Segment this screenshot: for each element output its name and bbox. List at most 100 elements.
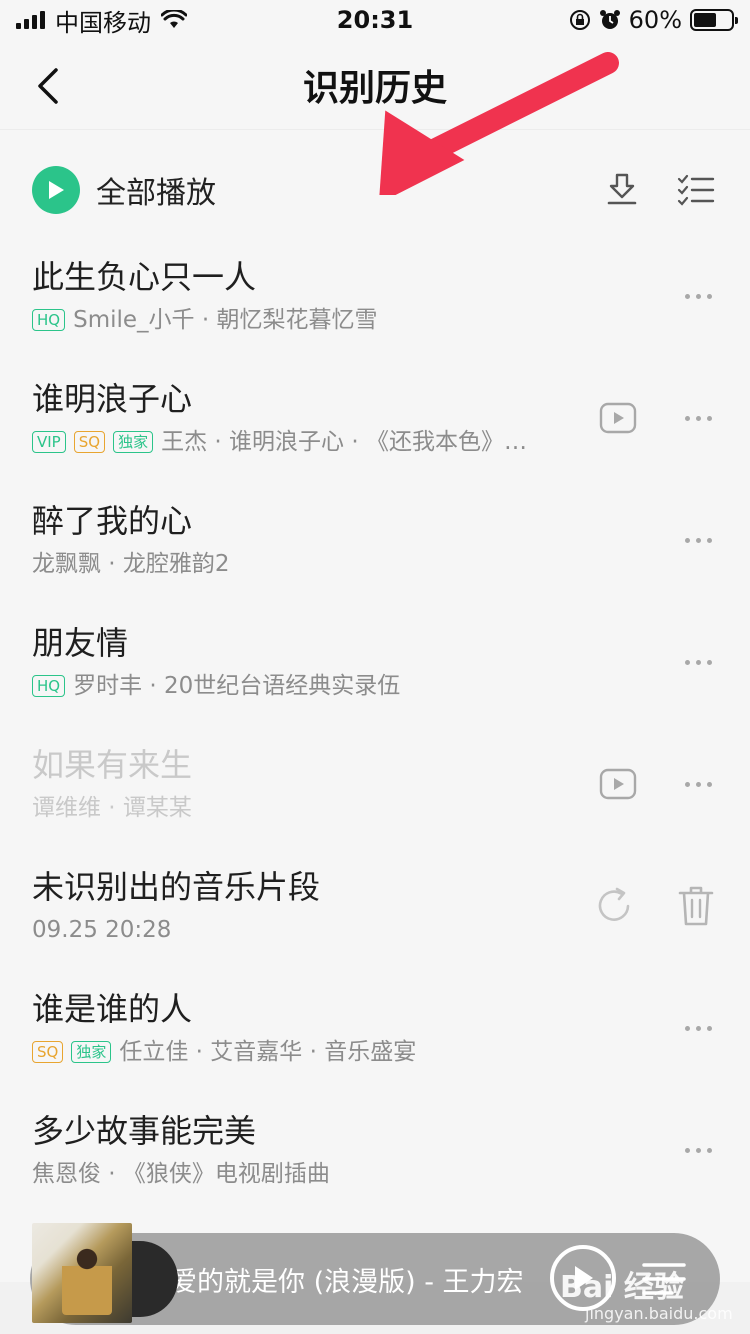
song-title: 多少故事能完美 (32, 1112, 257, 1150)
carrier-label: 中国移动 (55, 8, 151, 37)
song-row[interactable]: 如果有来生谭维维 · 谭某某 (0, 723, 750, 845)
song-info: 多少故事能完美焦恩俊 · 《狼侠》电视剧插曲 (32, 1109, 658, 1191)
row-actions (678, 518, 718, 562)
song-artist-album: 罗时丰 · 20世纪台语经典实录伍 (73, 673, 401, 699)
song-info: 未识别出的音乐片段 09.25 20:28 (32, 865, 572, 947)
row-actions (596, 762, 718, 806)
more-options-icon[interactable] (678, 1128, 718, 1172)
song-artist-album: 任立佳 · 艾音嘉华 · 音乐盛宴 (119, 1039, 417, 1065)
play-all-toolbar: 全部播放 (0, 140, 750, 240)
song-row[interactable]: 醉了我的心龙飘飘 · 龙腔雅韵2 (0, 479, 750, 601)
battery-icon (690, 9, 738, 31)
song-row[interactable]: 此生负心只一人 HQ Smile_小千 · 朝忆梨花暮忆雪 (0, 235, 750, 357)
wifi-icon (161, 10, 187, 28)
more-options-icon[interactable] (678, 762, 718, 806)
song-meta: 谭维维 · 谭某某 (32, 791, 576, 825)
song-meta: 焦恩俊 · 《狼侠》电视剧插曲 (32, 1157, 658, 1191)
battery-percent: 60% (628, 6, 682, 34)
song-title: 醉了我的心 (32, 502, 193, 540)
song-list: 此生负心只一人 HQ Smile_小千 · 朝忆梨花暮忆雪 谁明浪子心 VIP SQ 独家王… (0, 235, 750, 1211)
play-icon (49, 181, 64, 199)
album-art (32, 1223, 132, 1323)
quality-badge: 独家 (71, 1041, 112, 1063)
song-info: 如果有来生谭维维 · 谭某某 (32, 743, 576, 825)
more-options-icon[interactable] (678, 640, 718, 684)
chevron-left-icon (38, 68, 58, 104)
mv-button[interactable] (596, 762, 640, 806)
song-row[interactable]: 多少故事能完美焦恩俊 · 《狼侠》电视剧插曲 (0, 1089, 750, 1211)
song-title: 朋友情 (32, 624, 129, 662)
song-artist-album: Smile_小千 · 朝忆梨花暮忆雪 (73, 307, 378, 333)
quality-badge: SQ (73, 431, 106, 453)
status-bar: 中国移动 20:31 60% (0, 0, 750, 40)
status-left: 中国移动 (16, 3, 569, 38)
song-info: 谁是谁的人 SQ 独家 任立佳 · 艾音嘉华 · 音乐盛宴 (32, 987, 658, 1069)
song-info: 谁明浪子心 VIP SQ 独家 王杰 · 谁明浪子心 · 《还我本色》… (32, 377, 576, 459)
download-icon (607, 173, 637, 205)
quality-badge: HQ (32, 675, 66, 697)
refresh-icon (598, 887, 630, 921)
quality-badge: SQ (32, 1041, 64, 1063)
song-row[interactable]: 谁明浪子心 VIP SQ 独家 王杰 · 谁明浪子心 · 《还我本色》… (0, 357, 750, 479)
quality-badge: 独家 (113, 431, 154, 453)
song-row[interactable]: 谁是谁的人 SQ 独家 任立佳 · 艾音嘉华 · 音乐盛宴 (0, 967, 750, 1089)
more-options-icon[interactable] (678, 396, 718, 440)
song-meta: VIP SQ 独家 王杰 · 谁明浪子心 · 《还我本色》… (32, 425, 576, 459)
row-actions (592, 884, 718, 928)
download-button[interactable] (600, 168, 644, 212)
song-info: 醉了我的心龙飘飘 · 龙腔雅韵2 (32, 499, 658, 581)
row-actions (596, 396, 718, 440)
song-artist-album: 王杰 · 谁明浪子心 · 《还我本色》… (161, 429, 527, 455)
trash-icon (678, 886, 714, 926)
watermark-site: jingyan.baidu.com (585, 1304, 733, 1323)
song-row[interactable]: 未识别出的音乐片段 09.25 20:28 (0, 845, 750, 967)
album-cover[interactable] (32, 1223, 178, 1323)
song-info: 朋友情 HQ 罗时丰 · 20世纪台语经典实录伍 (32, 621, 658, 703)
song-title: 谁明浪子心 (32, 380, 193, 418)
more-options-icon[interactable] (678, 1006, 718, 1050)
row-actions (678, 640, 718, 684)
battery-level (694, 13, 716, 27)
play-all-button[interactable] (32, 166, 80, 214)
song-artist-album: 焦恩俊 · 《狼侠》电视剧插曲 (32, 1161, 330, 1187)
row-actions (678, 1128, 718, 1172)
song-info: 此生负心只一人 HQ Smile_小千 · 朝忆梨花暮忆雪 (32, 255, 658, 337)
now-playing-title[interactable]: 爱的就是你 (浪漫版) - 王力宏 (170, 1260, 540, 1299)
song-meta: 09.25 20:28 (32, 913, 572, 947)
song-artist-album: 谭维维 · 谭某某 (32, 795, 192, 821)
signal-icon (16, 11, 45, 29)
song-title: 谁是谁的人 (32, 990, 193, 1028)
play-all-label[interactable]: 全部播放 (96, 168, 570, 212)
rotation-lock-icon (569, 10, 590, 30)
song-title: 未识别出的音乐片段 (32, 868, 321, 906)
alarm-icon (599, 10, 620, 29)
status-right: 60% (569, 6, 738, 34)
song-artist-album: 龙飘飘 · 龙腔雅韵2 (32, 551, 230, 577)
song-title: 此生负心只一人 (32, 258, 257, 296)
row-actions (678, 274, 718, 318)
song-meta: 龙飘飘 · 龙腔雅韵2 (32, 547, 658, 581)
quality-badge: VIP (32, 431, 66, 453)
video-icon (599, 768, 637, 800)
nav-bar: 识别历史 (0, 40, 750, 130)
mv-button[interactable] (596, 396, 640, 440)
delete-button[interactable] (674, 884, 718, 928)
song-meta: HQ Smile_小千 · 朝忆梨花暮忆雪 (32, 303, 658, 337)
video-icon (599, 402, 637, 434)
song-meta: SQ 独家 任立佳 · 艾音嘉华 · 音乐盛宴 (32, 1035, 658, 1069)
back-button[interactable] (30, 66, 70, 106)
multi-select-button[interactable] (674, 168, 718, 212)
row-actions (678, 1006, 718, 1050)
retry-button[interactable] (592, 884, 636, 928)
checklist-icon (677, 174, 715, 206)
more-options-icon[interactable] (678, 518, 718, 562)
more-options-icon[interactable] (678, 274, 718, 318)
watermark-brand: Bai 经验 (560, 1270, 684, 1305)
song-artist-album: 09.25 20:28 (32, 917, 172, 943)
song-meta: HQ 罗时丰 · 20世纪台语经典实录伍 (32, 669, 658, 703)
album-art-figure (62, 1245, 112, 1315)
song-row[interactable]: 朋友情 HQ 罗时丰 · 20世纪台语经典实录伍 (0, 601, 750, 723)
page-title: 识别历史 (302, 67, 447, 109)
song-title: 如果有来生 (32, 746, 193, 784)
quality-badge: HQ (32, 309, 66, 331)
